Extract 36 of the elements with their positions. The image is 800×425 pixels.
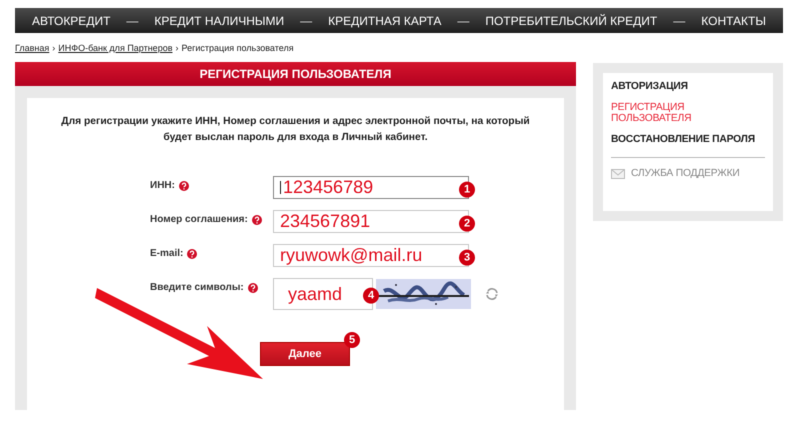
nav-separator: — xyxy=(673,14,686,28)
step-marker: 3 xyxy=(459,249,475,266)
sidebar-link[interactable]: ВОССТАНОВЛЕНИЕ ПАРОЛЯ xyxy=(611,134,765,145)
next-button[interactable]: Далее xyxy=(260,342,350,366)
breadcrumb-separator: › xyxy=(175,43,178,53)
refresh-icon[interactable] xyxy=(484,286,500,302)
sidebar-link[interactable]: АВТОРИЗАЦИЯ xyxy=(611,81,765,92)
step-marker: 1 xyxy=(459,181,475,198)
step-marker: 4 xyxy=(363,288,379,304)
nav-link[interactable]: КОНТАКТЫ xyxy=(701,14,766,28)
breadcrumb-separator: › xyxy=(52,43,56,53)
breadcrumb-link[interactable]: Главная xyxy=(15,43,50,53)
breadcrumb-current: Регистрация пользователя xyxy=(181,43,294,53)
intro-text: Для регистрации укажите ИНН, Номер соглашения и адрес электронной почты, на который будет выслан пароль для входа в Личный кабинет. xyxy=(60,115,530,145)
field-label: Номер соглашения: xyxy=(150,214,248,225)
nav-link[interactable]: КРЕДИТНАЯ КАРТА xyxy=(328,14,442,28)
step-marker: 2 xyxy=(459,215,475,232)
field-label: E-mail: xyxy=(150,248,184,259)
field-label: ИНН: xyxy=(150,180,175,191)
step-marker: 5 xyxy=(344,332,360,348)
support-link[interactable]: СЛУЖБА ПОДДЕРЖКИ xyxy=(631,168,740,179)
nav-separator: — xyxy=(457,14,470,28)
envelope-icon xyxy=(611,168,625,178)
help-icon[interactable] xyxy=(252,214,262,224)
field-label: Введите символы: xyxy=(150,282,244,293)
panel-title: РЕГИСТРАЦИЯ ПОЛЬЗОВАТЕЛЯ xyxy=(15,62,576,86)
nav-link[interactable]: КРЕДИТ НАЛИЧНЫМИ xyxy=(154,14,284,28)
nav-link[interactable]: АВТОКРЕДИТ xyxy=(32,14,110,28)
nav-separator: — xyxy=(300,14,312,28)
sidebar-link[interactable]: РЕГИСТРАЦИЯ ПОЛЬЗОВАТЕЛЯ xyxy=(611,102,765,124)
help-icon[interactable] xyxy=(248,282,258,292)
help-icon[interactable] xyxy=(178,180,189,190)
help-icon[interactable] xyxy=(187,248,198,258)
nav-link[interactable]: ПОТРЕБИТЕЛЬСКИЙ КРЕДИТ xyxy=(485,14,658,28)
breadcrumb-link[interactable]: ИНФО-банк для Партнеров xyxy=(58,43,172,53)
nav-separator: — xyxy=(126,14,138,28)
